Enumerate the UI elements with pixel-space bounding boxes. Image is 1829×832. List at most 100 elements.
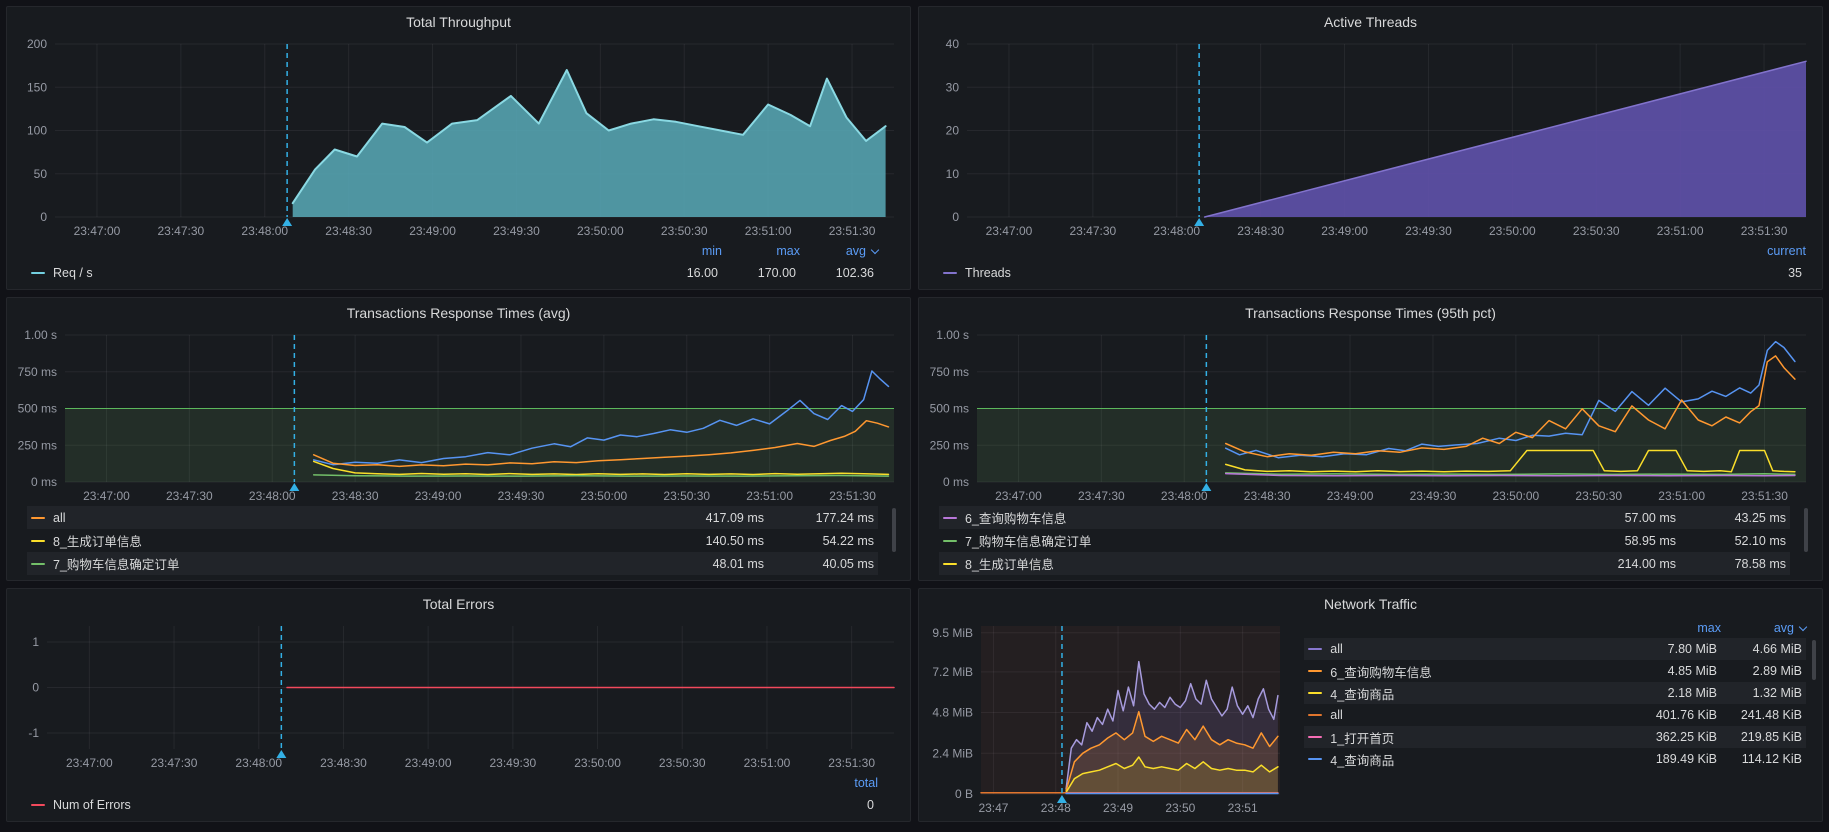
legend-label[interactable]: 4_查询商品 [1330,684,1632,703]
svg-text:23:48:30: 23:48:30 [1244,489,1291,503]
legend-row: 4_查询商品 2.18 MiB 1.32 MiB [1304,682,1806,704]
legend-value-max: 2.18 MiB [1632,686,1717,700]
series-color-icon [1308,758,1322,760]
svg-text:23:49:00: 23:49:00 [1321,224,1368,238]
legend-response-times-95pct: 6_查询购物车信息 57.00 ms 43.25 ms 7_购物车信息确定订单 … [925,506,1816,577]
series-color-icon [31,540,45,542]
legend-sort-max[interactable]: max [722,244,800,258]
chart-response-times-95pct[interactable]: 0 ms250 ms500 ms750 ms1.00 s23:47:0023:4… [925,325,1816,506]
series-color-icon [943,540,957,542]
legend-scrollbar[interactable] [892,508,896,552]
panel-response-times-95pct: Transactions Response Times (95th pct) 0… [918,297,1823,581]
legend-sort-total[interactable]: total [788,776,878,790]
legend-scrollbar[interactable] [1804,508,1808,552]
svg-text:23:50:00: 23:50:00 [1489,224,1536,238]
legend-label[interactable]: all [53,511,654,525]
svg-text:23:50:30: 23:50:30 [661,224,708,238]
svg-text:23:51:30: 23:51:30 [1741,489,1788,503]
svg-text:23:51:30: 23:51:30 [829,224,876,238]
svg-text:23:48:00: 23:48:00 [235,756,282,770]
legend-value-max: 401.76 KiB [1632,708,1717,722]
legend-sort-min[interactable]: min [644,244,722,258]
series-color-icon [31,517,45,519]
legend-label[interactable]: Threads [965,266,1712,280]
panel-title-response-times-avg[interactable]: Transactions Response Times (avg) [13,302,904,325]
legend-sort-avg[interactable]: avg [1721,621,1806,635]
svg-text:0: 0 [40,210,47,224]
legend-header-row: max avg [1304,618,1806,638]
svg-text:23:50:30: 23:50:30 [1573,224,1620,238]
legend-label[interactable]: 1_打开首页 [1330,728,1632,747]
legend-label[interactable]: 8_生成订单信息 [53,531,654,550]
dashboard-grid: Total Throughput 05010015020023:47:0023:… [0,0,1829,832]
svg-text:23:49:00: 23:49:00 [409,224,456,238]
svg-text:23:50:00: 23:50:00 [577,224,624,238]
panel-title-network-traffic[interactable]: Network Traffic [925,593,1816,616]
panel-total-throughput: Total Throughput 05010015020023:47:0023:… [6,6,911,290]
series-color-icon [1308,714,1322,716]
svg-text:23:48:30: 23:48:30 [320,756,367,770]
panel-title-response-times-95pct[interactable]: Transactions Response Times (95th pct) [925,302,1816,325]
chart-active-threads[interactable]: 01020304023:47:0023:47:3023:48:0023:48:3… [925,34,1816,241]
legend-value-max: 7.80 MiB [1632,642,1717,656]
panel-title-active-threads[interactable]: Active Threads [925,11,1816,34]
legend-rows: all 417.09 ms 177.24 ms 8_生成订单信息 140.50 … [27,506,878,575]
network-traffic-body: 0 B2.4 MiB4.8 MiB7.2 MiB9.5 MiB23:4723:4… [925,616,1816,818]
legend-label[interactable]: all [1330,708,1632,722]
sort-caret-icon [1799,623,1807,631]
svg-text:23:50: 23:50 [1165,801,1195,815]
svg-text:23:51:00: 23:51:00 [744,756,791,770]
legend-value-avg: 114.12 KiB [1717,752,1802,766]
svg-text:-1: -1 [28,726,39,740]
panel-title-total-throughput[interactable]: Total Throughput [13,11,904,34]
svg-text:20: 20 [946,124,960,138]
chart-total-errors[interactable]: 10-123:47:0023:47:3023:48:0023:48:3023:4… [13,616,904,773]
legend-value-avg: 102.36 [796,266,874,280]
svg-text:23:51:30: 23:51:30 [1741,224,1788,238]
chart-total-throughput[interactable]: 05010015020023:47:0023:47:3023:48:0023:4… [13,34,904,241]
legend-label[interactable]: 4_查询商品 [1330,750,1632,769]
legend-rows: all 7.80 MiB 4.66 MiB 6_查询购物车信息 4.85 MiB… [1304,638,1806,770]
legend-label[interactable]: all [1330,642,1632,656]
legend-label[interactable]: 7_购物车信息确定订单 [53,554,654,573]
legend-sort-max[interactable]: max [1636,621,1721,635]
legend-value-1: 57.00 ms [1566,511,1676,525]
legend-label[interactable]: Req / s [53,266,640,280]
svg-text:23:48:00: 23:48:00 [241,224,288,238]
legend-rows: 6_查询购物车信息 57.00 ms 43.25 ms 7_购物车信息确定订单 … [939,506,1790,575]
legend-row: all 417.09 ms 177.24 ms [27,506,878,529]
svg-text:23:50:30: 23:50:30 [659,756,706,770]
svg-text:750 ms: 750 ms [18,365,57,379]
legend-label[interactable]: 6_查询购物车信息 [965,508,1566,527]
svg-text:40: 40 [946,37,960,51]
svg-text:23:47:30: 23:47:30 [1078,489,1125,503]
svg-text:0: 0 [952,210,959,224]
legend-label[interactable]: 8_生成订单信息 [965,554,1566,573]
legend-scrollbar[interactable] [1812,640,1816,680]
svg-text:23:47:30: 23:47:30 [157,224,204,238]
series-color-icon [1308,670,1322,672]
legend-value-min: 16.00 [640,266,718,280]
panel-active-threads: Active Threads 01020304023:47:0023:47:30… [918,6,1823,290]
legend-value-2: 54.22 ms [764,534,874,548]
chart-response-times-avg[interactable]: 0 ms250 ms500 ms750 ms1.00 s23:47:0023:4… [13,325,904,506]
legend-sort-avg-label: avg [1774,621,1794,635]
svg-text:10: 10 [946,167,960,181]
legend-label[interactable]: 6_查询购物车信息 [1330,662,1632,681]
legend-sort-avg[interactable]: avg [800,244,878,258]
legend-label[interactable]: Num of Errors [53,798,784,812]
svg-text:0 ms: 0 ms [943,475,969,489]
legend-label[interactable]: 7_购物车信息确定订单 [965,531,1566,550]
svg-text:750 ms: 750 ms [930,365,969,379]
svg-text:23:49:30: 23:49:30 [1405,224,1452,238]
panel-total-errors: Total Errors 10-123:47:0023:47:3023:48:0… [6,588,911,822]
svg-text:23:50:00: 23:50:00 [574,756,621,770]
series-color-icon [943,517,957,519]
panel-title-total-errors[interactable]: Total Errors [13,593,904,616]
legend-value-1: 417.09 ms [654,511,764,525]
legend-value-2: 78.58 ms [1676,557,1786,571]
chart-network-traffic[interactable]: 0 B2.4 MiB4.8 MiB7.2 MiB9.5 MiB23:4723:4… [925,616,1290,818]
legend-sort-current[interactable]: current [1716,244,1806,258]
legend-row: 4_查询商品 189.49 KiB 114.12 KiB [1304,748,1806,770]
legend-value-max: 189.49 KiB [1632,752,1717,766]
